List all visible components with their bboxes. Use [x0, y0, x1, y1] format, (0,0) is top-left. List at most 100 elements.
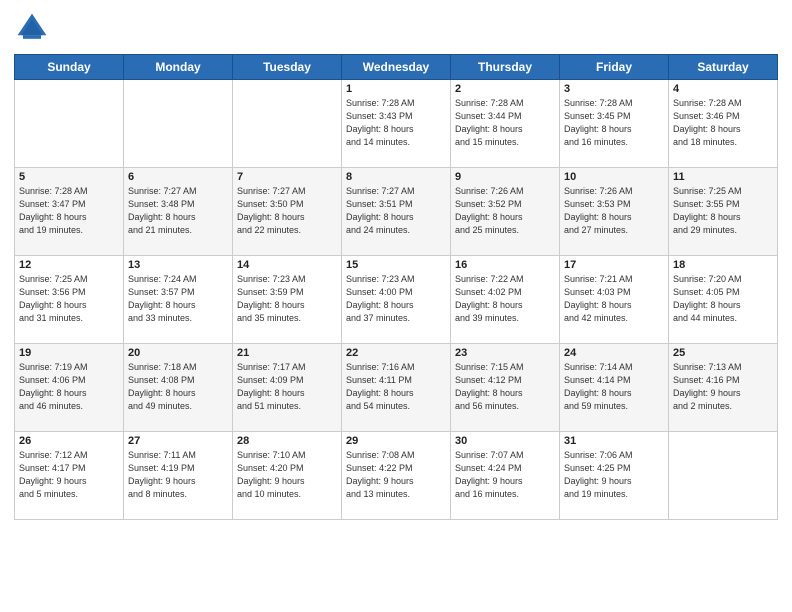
day-info: Sunrise: 7:27 AM Sunset: 3:51 PM Dayligh…	[346, 185, 446, 237]
calendar-cell: 10Sunrise: 7:26 AM Sunset: 3:53 PM Dayli…	[560, 168, 669, 256]
day-info: Sunrise: 7:27 AM Sunset: 3:48 PM Dayligh…	[128, 185, 228, 237]
day-number: 5	[19, 171, 119, 183]
day-info: Sunrise: 7:23 AM Sunset: 3:59 PM Dayligh…	[237, 273, 337, 325]
day-info: Sunrise: 7:08 AM Sunset: 4:22 PM Dayligh…	[346, 449, 446, 501]
day-number: 23	[455, 347, 555, 359]
day-number: 29	[346, 435, 446, 447]
day-info: Sunrise: 7:11 AM Sunset: 4:19 PM Dayligh…	[128, 449, 228, 501]
calendar-cell: 21 Sunrise: 7:17 AM Sunset: 4:09 PM Dayli…	[233, 344, 342, 432]
day-number: 3	[564, 83, 664, 95]
calendar-cell: 25 Sunrise: 7:13 AM Sunset: 4:16 PM Dayli…	[669, 344, 778, 432]
calendar-cell: 19 Sunrise: 7:19 AM Sunset: 4:06 PM Dayli…	[15, 344, 124, 432]
day-number: 8	[346, 171, 446, 183]
calendar-week-0: 1 Sunrise: 7:28 AM Sunset: 3:43 PM Daylig…	[15, 80, 778, 168]
day-number: 11	[673, 171, 773, 183]
calendar: SundayMondayTuesdayWednesdayThursdayFrid…	[14, 54, 778, 520]
day-info: Sunrise: 7:12 AM Sunset: 4:17 PM Dayligh…	[19, 449, 119, 501]
header	[14, 10, 778, 46]
day-info: Sunrise: 7:28 AM Sunset: 3:46 PM Dayligh…	[673, 97, 773, 149]
day-info: Sunrise: 7:28 AM Sunset: 3:44 PM Dayligh…	[455, 97, 555, 149]
day-info: Sunrise: 7:19 AM Sunset: 4:06 PM Dayligh…	[19, 361, 119, 413]
calendar-cell: 28 Sunrise: 7:10 AM Sunset: 4:20 PM Dayli…	[233, 432, 342, 520]
page: SundayMondayTuesdayWednesdayThursdayFrid…	[0, 0, 792, 612]
day-info: Sunrise: 7:26 AM Sunset: 3:52 PM Dayligh…	[455, 185, 555, 237]
calendar-cell: 16 Sunrise: 7:22 AM Sunset: 4:02 PM Dayli…	[451, 256, 560, 344]
day-info: Sunrise: 7:24 AM Sunset: 3:57 PM Dayligh…	[128, 273, 228, 325]
day-info: Sunrise: 7:20 AM Sunset: 4:05 PM Dayligh…	[673, 273, 773, 325]
day-info: Sunrise: 7:10 AM Sunset: 4:20 PM Dayligh…	[237, 449, 337, 501]
calendar-cell: 31 Sunrise: 7:06 AM Sunset: 4:25 PM Dayli…	[560, 432, 669, 520]
logo-icon	[14, 10, 50, 46]
day-number: 21	[237, 347, 337, 359]
calendar-week-4: 26 Sunrise: 7:12 AM Sunset: 4:17 PM Dayli…	[15, 432, 778, 520]
calendar-cell: 5 Sunrise: 7:28 AM Sunset: 3:47 PM Daylig…	[15, 168, 124, 256]
day-info: Sunrise: 7:18 AM Sunset: 4:08 PM Dayligh…	[128, 361, 228, 413]
calendar-header-row: SundayMondayTuesdayWednesdayThursdayFrid…	[15, 55, 778, 80]
day-number: 25	[673, 347, 773, 359]
calendar-cell: 1 Sunrise: 7:28 AM Sunset: 3:43 PM Daylig…	[342, 80, 451, 168]
day-info: Sunrise: 7:27 AM Sunset: 3:50 PM Dayligh…	[237, 185, 337, 237]
calendar-header-saturday: Saturday	[669, 55, 778, 80]
calendar-cell: 27Sunrise: 7:11 AM Sunset: 4:19 PM Dayli…	[124, 432, 233, 520]
day-number: 9	[455, 171, 555, 183]
day-number: 6	[128, 171, 228, 183]
calendar-cell: 29 Sunrise: 7:08 AM Sunset: 4:22 PM Dayli…	[342, 432, 451, 520]
day-info: Sunrise: 7:07 AM Sunset: 4:24 PM Dayligh…	[455, 449, 555, 501]
day-info: Sunrise: 7:13 AM Sunset: 4:16 PM Dayligh…	[673, 361, 773, 413]
calendar-cell: 26 Sunrise: 7:12 AM Sunset: 4:17 PM Dayli…	[15, 432, 124, 520]
day-number: 4	[673, 83, 773, 95]
calendar-header-wednesday: Wednesday	[342, 55, 451, 80]
day-info: Sunrise: 7:25 AM Sunset: 3:56 PM Dayligh…	[19, 273, 119, 325]
day-info: Sunrise: 7:28 AM Sunset: 3:43 PM Dayligh…	[346, 97, 446, 149]
calendar-header-friday: Friday	[560, 55, 669, 80]
day-number: 26	[19, 435, 119, 447]
calendar-week-3: 19 Sunrise: 7:19 AM Sunset: 4:06 PM Dayli…	[15, 344, 778, 432]
day-info: Sunrise: 7:17 AM Sunset: 4:09 PM Dayligh…	[237, 361, 337, 413]
day-info: Sunrise: 7:26 AM Sunset: 3:53 PM Dayligh…	[564, 185, 664, 237]
calendar-cell: 23Sunrise: 7:15 AM Sunset: 4:12 PM Dayli…	[451, 344, 560, 432]
calendar-header-monday: Monday	[124, 55, 233, 80]
calendar-cell	[15, 80, 124, 168]
calendar-cell: 4 Sunrise: 7:28 AM Sunset: 3:46 PM Daylig…	[669, 80, 778, 168]
calendar-cell: 18 Sunrise: 7:20 AM Sunset: 4:05 PM Dayli…	[669, 256, 778, 344]
day-number: 13	[128, 259, 228, 271]
calendar-cell: 8 Sunrise: 7:27 AM Sunset: 3:51 PM Daylig…	[342, 168, 451, 256]
calendar-header-sunday: Sunday	[15, 55, 124, 80]
day-info: Sunrise: 7:25 AM Sunset: 3:55 PM Dayligh…	[673, 185, 773, 237]
day-number: 31	[564, 435, 664, 447]
day-number: 30	[455, 435, 555, 447]
calendar-cell	[233, 80, 342, 168]
calendar-week-1: 5 Sunrise: 7:28 AM Sunset: 3:47 PM Daylig…	[15, 168, 778, 256]
day-number: 22	[346, 347, 446, 359]
calendar-header-tuesday: Tuesday	[233, 55, 342, 80]
day-number: 1	[346, 83, 446, 95]
day-number: 19	[19, 347, 119, 359]
day-info: Sunrise: 7:22 AM Sunset: 4:02 PM Dayligh…	[455, 273, 555, 325]
calendar-cell	[124, 80, 233, 168]
day-number: 14	[237, 259, 337, 271]
day-info: Sunrise: 7:28 AM Sunset: 3:45 PM Dayligh…	[564, 97, 664, 149]
day-number: 28	[237, 435, 337, 447]
day-info: Sunrise: 7:14 AM Sunset: 4:14 PM Dayligh…	[564, 361, 664, 413]
calendar-cell: 30 Sunrise: 7:07 AM Sunset: 4:24 PM Dayli…	[451, 432, 560, 520]
calendar-cell: 7Sunrise: 7:27 AM Sunset: 3:50 PM Daylig…	[233, 168, 342, 256]
day-info: Sunrise: 7:28 AM Sunset: 3:47 PM Dayligh…	[19, 185, 119, 237]
calendar-cell: 22 Sunrise: 7:16 AM Sunset: 4:11 PM Dayli…	[342, 344, 451, 432]
day-info: Sunrise: 7:16 AM Sunset: 4:11 PM Dayligh…	[346, 361, 446, 413]
day-number: 16	[455, 259, 555, 271]
calendar-cell: 13 Sunrise: 7:24 AM Sunset: 3:57 PM Dayli…	[124, 256, 233, 344]
calendar-cell: 14 Sunrise: 7:23 AM Sunset: 3:59 PM Dayli…	[233, 256, 342, 344]
calendar-cell: 9 Sunrise: 7:26 AM Sunset: 3:52 PM Daylig…	[451, 168, 560, 256]
calendar-cell: 15Sunrise: 7:23 AM Sunset: 4:00 PM Dayli…	[342, 256, 451, 344]
day-number: 20	[128, 347, 228, 359]
day-number: 17	[564, 259, 664, 271]
day-info: Sunrise: 7:06 AM Sunset: 4:25 PM Dayligh…	[564, 449, 664, 501]
calendar-cell: 24Sunrise: 7:14 AM Sunset: 4:14 PM Dayli…	[560, 344, 669, 432]
calendar-cell: 12Sunrise: 7:25 AM Sunset: 3:56 PM Dayli…	[15, 256, 124, 344]
calendar-header-thursday: Thursday	[451, 55, 560, 80]
calendar-cell: 2Sunrise: 7:28 AM Sunset: 3:44 PM Daylig…	[451, 80, 560, 168]
calendar-cell: 17Sunrise: 7:21 AM Sunset: 4:03 PM Dayli…	[560, 256, 669, 344]
day-number: 18	[673, 259, 773, 271]
day-info: Sunrise: 7:23 AM Sunset: 4:00 PM Dayligh…	[346, 273, 446, 325]
calendar-cell: 3 Sunrise: 7:28 AM Sunset: 3:45 PM Daylig…	[560, 80, 669, 168]
